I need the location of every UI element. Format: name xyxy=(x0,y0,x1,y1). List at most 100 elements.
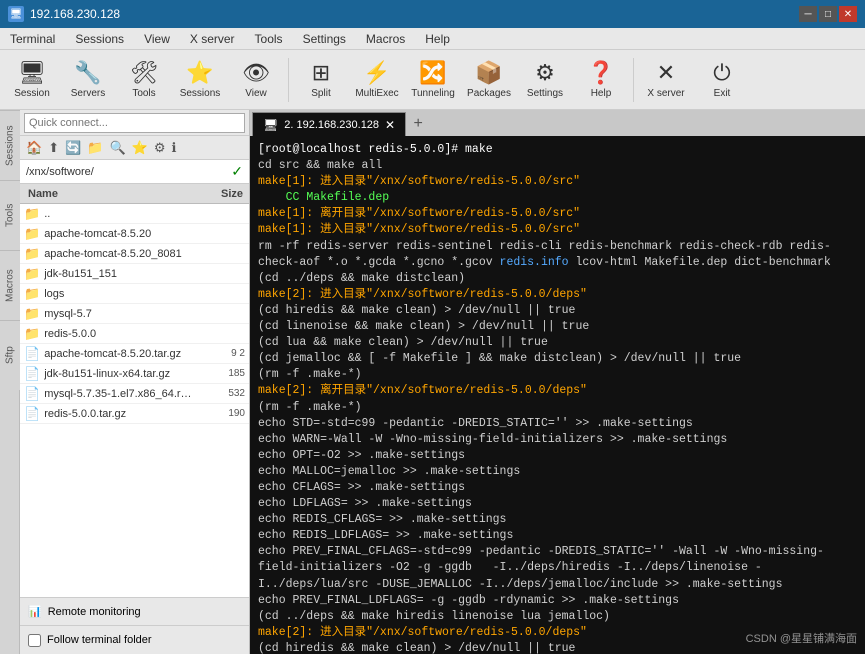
toolbar-button-tunneling[interactable]: 🔀Tunneling xyxy=(407,54,459,106)
toolbar-button-help[interactable]: ❓Help xyxy=(575,54,627,106)
file-size: 532 xyxy=(195,388,245,399)
main-content: SessionsToolsMacrosSftp 🏠 ⬆ 🔄 📁 🔍 ⭐ ⚙ ℹ … xyxy=(0,110,865,654)
home-button[interactable]: 🏠 xyxy=(24,139,44,157)
sessions-label: Sessions xyxy=(180,88,221,99)
follow-folder-checkbox[interactable] xyxy=(28,634,41,647)
terminal-output[interactable]: [root@localhost redis-5.0.0]# make cd sr… xyxy=(250,136,865,654)
toolbar-button-view[interactable]: 👁View xyxy=(230,54,282,106)
toolbar-button-xserver[interactable]: ✕ X server xyxy=(640,54,692,106)
split-icon: ⊞ xyxy=(312,60,330,86)
tunneling-label: Tunneling xyxy=(411,88,455,99)
toolbar-button-split[interactable]: ⊞ Split xyxy=(295,54,347,106)
menu-item-x server[interactable]: X server xyxy=(180,28,245,49)
split-label: Split xyxy=(311,88,330,99)
file-panel: 🏠 ⬆ 🔄 📁 🔍 ⭐ ⚙ ℹ /xnx/softwore/ ✓ Name Si… xyxy=(20,110,250,654)
up-button[interactable]: ⬆ xyxy=(46,139,61,157)
menu-item-help[interactable]: Help xyxy=(415,28,460,49)
toolbar-button-exit[interactable]: ⏻Exit xyxy=(696,54,748,106)
add-tab-button[interactable]: + xyxy=(406,112,430,136)
info-button[interactable]: ℹ xyxy=(170,139,179,157)
settings-icon: ⚙ xyxy=(535,60,555,86)
packages-icon: 📦 xyxy=(475,60,502,86)
sidebar-tab-macros[interactable]: Macros xyxy=(0,250,20,320)
quick-connect-bar xyxy=(20,110,249,136)
follow-folder-label: Follow terminal folder xyxy=(47,634,152,646)
file-size: 185 xyxy=(195,368,245,379)
settings-label: Settings xyxy=(527,88,563,99)
sidebar-tab-tools[interactable]: Tools xyxy=(0,180,20,250)
filter-button[interactable]: 🔍 xyxy=(107,139,127,157)
session-label: Session xyxy=(14,88,50,99)
list-item[interactable]: 📁logs xyxy=(20,284,249,304)
follow-folder-row: Follow terminal folder xyxy=(20,626,249,654)
file-name: logs xyxy=(44,288,195,300)
settings-button[interactable]: ⚙ xyxy=(152,139,168,157)
file-name: .. xyxy=(44,208,195,220)
folder-icon: 📁 xyxy=(24,326,40,342)
toolbar-separator xyxy=(633,58,634,102)
file-name: jdk-8u151-linux-x64.tar.gz xyxy=(44,368,195,380)
folder-icon: 📁 xyxy=(24,246,40,262)
menu-item-settings[interactable]: Settings xyxy=(293,28,356,49)
list-item[interactable]: 📁.. xyxy=(20,204,249,224)
toolbar-button-settings[interactable]: ⚙ Settings xyxy=(519,54,571,106)
list-item[interactable]: 📄 redis-5.0.0.tar.gz190 xyxy=(20,404,249,424)
list-item[interactable]: 📁jdk-8u151_151 xyxy=(20,264,249,284)
file-icon: 📄 xyxy=(24,406,40,422)
file-size: 9 2 xyxy=(195,348,245,359)
tools-label: Tools xyxy=(132,88,155,99)
title-bar: 🖥 192.168.230.128 ─ □ ✕ xyxy=(0,0,865,28)
xserver-icon: ✕ xyxy=(657,60,675,86)
toolbar: 🖥Session🔧Servers🛠Tools⭐Sessions👁View ⊞ Spl… xyxy=(0,50,865,110)
folder-icon: 📁 xyxy=(24,306,40,322)
list-item[interactable]: 📄apache-tomcat-8.5.20.tar.gz9 2 xyxy=(20,344,249,364)
toolbar-button-servers[interactable]: 🔧Servers xyxy=(62,54,114,106)
list-item[interactable]: 📁redis-5.0.0 xyxy=(20,324,249,344)
toolbar-button-tools[interactable]: 🛠Tools xyxy=(118,54,170,106)
maximize-button[interactable]: □ xyxy=(819,6,837,22)
menu-item-view[interactable]: View xyxy=(134,28,180,49)
file-size: 190 xyxy=(195,408,245,419)
toolbar-button-sessions[interactable]: ⭐Sessions xyxy=(174,54,226,106)
side-tabs: SessionsToolsMacrosSftp xyxy=(0,110,20,654)
menu-item-sessions[interactable]: Sessions xyxy=(65,28,134,49)
file-icon: 📄 xyxy=(24,346,40,362)
file-icon: 📄 xyxy=(24,386,40,402)
list-item[interactable]: 📄 mysql-5.7.35-1.el7.x86_64.rp...532 xyxy=(20,384,249,404)
refresh-button[interactable]: 🔄 xyxy=(63,139,83,157)
list-item[interactable]: 📄jdk-8u151-linux-x64.tar.gz185 xyxy=(20,364,249,384)
tab-close-button[interactable]: ✕ xyxy=(385,118,395,132)
folder-icon: 📁 xyxy=(24,226,40,242)
toolbar-button-multiexec[interactable]: ⚡MultiExec xyxy=(351,54,403,106)
close-button[interactable]: ✕ xyxy=(839,6,857,22)
menu-item-tools[interactable]: Tools xyxy=(245,28,293,49)
quick-connect-input[interactable] xyxy=(24,113,245,133)
file-name: redis-5.0.0.tar.gz xyxy=(44,408,195,420)
toolbar-button-packages[interactable]: 📦Packages xyxy=(463,54,515,106)
view-icon: 👁 xyxy=(242,60,270,86)
list-item[interactable]: 📁mysql-5.7 xyxy=(20,304,249,324)
path-bar: /xnx/softwore/ ✓ xyxy=(20,160,249,184)
toolbar-button-session[interactable]: 🖥Session xyxy=(6,54,58,106)
tab-label: 2. 192.168.230.128 xyxy=(284,119,379,131)
remote-monitoring-label: Remote monitoring xyxy=(48,606,141,618)
column-size-header: Size xyxy=(199,188,249,200)
bookmark-button[interactable]: ⭐ xyxy=(130,139,150,157)
menu-item-macros[interactable]: Macros xyxy=(356,28,415,49)
create-folder-button[interactable]: 📁 xyxy=(85,139,105,157)
path-valid-icon: ✓ xyxy=(231,163,243,180)
chart-icon: 📊 xyxy=(28,605,42,618)
xserver-label: X server xyxy=(647,88,684,99)
tab-bar: 🖥 2. 192.168.230.128 ✕ + xyxy=(250,110,865,136)
sidebar-tab-sftp[interactable]: Sftp xyxy=(0,320,20,390)
toolbar-separator xyxy=(288,58,289,102)
remote-monitoring-button[interactable]: 📊 Remote monitoring xyxy=(20,598,249,626)
file-list: 📁..📁apache-tomcat-8.5.20📁apache-tomcat-8… xyxy=(20,204,249,597)
list-item[interactable]: 📁apache-tomcat-8.5.20_8081 xyxy=(20,244,249,264)
menu-item-terminal[interactable]: Terminal xyxy=(0,28,65,49)
file-name: mysql-5.7.35-1.el7.x86_64.rp... xyxy=(44,388,195,400)
terminal-tab-active[interactable]: 🖥 2. 192.168.230.128 ✕ xyxy=(252,112,406,136)
minimize-button[interactable]: ─ xyxy=(799,6,817,22)
sidebar-tab-sessions[interactable]: Sessions xyxy=(0,110,20,180)
list-item[interactable]: 📁apache-tomcat-8.5.20 xyxy=(20,224,249,244)
